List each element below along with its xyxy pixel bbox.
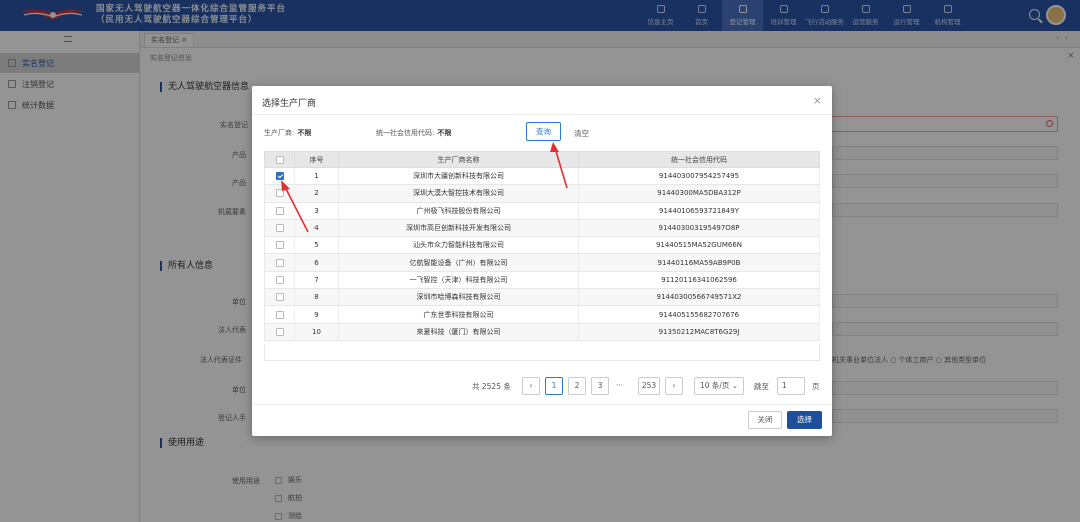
page-size-select[interactable]: 10 条/页 ⌄ (694, 377, 744, 395)
row-number: 2 (294, 184, 339, 203)
page-size-value: 10 条/页 (699, 381, 730, 390)
table-row[interactable]: 7 一飞智控（天津）科技有限公司 91120116341062596 (264, 271, 820, 290)
credit-code: 91120116341062596 (578, 271, 820, 290)
row-select-cell[interactable] (264, 305, 295, 324)
credit-code: 91440116MA59AB9P0B (578, 253, 820, 272)
table-row[interactable]: 10 來夏科技（厦门）有限公司 91350212MAC8T6G29J (264, 323, 820, 341)
row-checkbox[interactable] (275, 293, 284, 302)
row-checkbox[interactable] (275, 206, 284, 215)
row-number: 1 (294, 167, 339, 186)
clear-button[interactable]: 清空 (574, 128, 589, 139)
credit-code: 914403007954257495 (578, 167, 820, 186)
credit-code: 91440300MA5DBA312P (578, 184, 820, 203)
column-header: 序号 (294, 151, 339, 168)
dialog-title: 选择生产厂商 (262, 99, 317, 109)
goto-label: 跳至 (754, 382, 769, 391)
manufacturer-name: 來夏科技（厦门）有限公司 (338, 323, 579, 341)
table-row[interactable]: 1 深圳市大疆创新科技有限公司 914403007954257495 (264, 167, 820, 186)
manufacturer-name: 深圳市大疆创新科技有限公司 (338, 167, 579, 186)
row-number: 8 (294, 288, 339, 307)
manufacturer-name: 广州极飞科技股份有限公司 (338, 202, 579, 220)
row-number: 9 (294, 305, 339, 324)
row-select-cell[interactable] (264, 253, 295, 272)
select-manufacturer-dialog: 选择生产厂商 × 生产厂商: 不限 统一社会信用代码: 不限 查询 清空 序号 生产… (252, 86, 832, 436)
row-select-cell[interactable] (264, 219, 295, 238)
divider (252, 404, 832, 405)
row-select-cell[interactable] (264, 323, 295, 341)
close-icon[interactable]: × (813, 94, 822, 107)
row-checkbox[interactable] (275, 189, 284, 198)
row-select-cell[interactable] (264, 236, 295, 255)
last-page-button[interactable]: 253 (638, 377, 660, 395)
table-row[interactable]: 3 广州极飞科技股份有限公司 91440106593721849Y (264, 202, 820, 220)
filter-credit-code[interactable]: 统一社会信用代码: 不限 (376, 128, 451, 138)
select-button[interactable]: 选择 (787, 411, 822, 429)
column-header: 生产厂商名称 (338, 151, 579, 168)
row-checkbox[interactable] (275, 327, 284, 336)
filter-value: 不限 (437, 129, 452, 137)
table-empty-area (264, 344, 820, 361)
row-checkbox[interactable] (275, 310, 284, 319)
manufacturer-name: 一飞智控（天津）科技有限公司 (338, 271, 579, 290)
table-row[interactable]: 9 广东世季科技有限公司 914405155682707676 (264, 305, 820, 324)
credit-code: 914403003195497O8P (578, 219, 820, 238)
page-1-button[interactable]: 1 (545, 377, 563, 395)
table-body: 1 深圳市大疆创新科技有限公司 914403007954257495 2 深圳大漠大智控… (264, 167, 820, 341)
row-select-cell[interactable] (264, 184, 295, 203)
row-select-cell[interactable] (264, 202, 295, 220)
credit-code: 91440300566749571X2 (578, 288, 820, 307)
manufacturer-name: 广东世季科技有限公司 (338, 305, 579, 324)
filter-label: 生产厂商: (264, 129, 295, 137)
table-row[interactable]: 2 深圳大漠大智控技术有限公司 91440300MA5DBA312P (264, 184, 820, 203)
chevron-down-icon: ⌄ (731, 381, 739, 390)
row-number: 6 (294, 253, 339, 272)
manufacturer-name: 深圳市高巨创新科技开发有限公司 (338, 219, 579, 238)
row-checkbox[interactable] (275, 258, 284, 267)
table-row[interactable]: 8 深圳市哈博森科技有限公司 91440300566749571X2 (264, 288, 820, 307)
row-checkbox[interactable] (275, 241, 284, 250)
goto-page-input[interactable]: 1 (777, 377, 805, 395)
page-3-button[interactable]: 3 (591, 377, 609, 395)
close-button[interactable]: 关闭 (748, 411, 782, 429)
credit-code: 914405155682707676 (578, 305, 820, 324)
next-page-button[interactable]: › (665, 377, 683, 395)
table-header-row: 序号 生产厂商名称 统一社会信用代码 (264, 151, 820, 168)
row-number: 10 (294, 323, 339, 341)
manufacturer-table: 序号 生产厂商名称 统一社会信用代码 1 深圳市大疆创新科技有限公司 9144030… (264, 151, 820, 341)
credit-code: 91440106593721849Y (578, 202, 820, 220)
row-checkbox[interactable] (275, 275, 284, 284)
manufacturer-name: 亿航智能设备（广州）有限公司 (338, 253, 579, 272)
page-2-button[interactable]: 2 (568, 377, 586, 395)
row-select-cell[interactable] (264, 288, 295, 307)
select-all-header[interactable] (264, 151, 295, 168)
row-checkbox[interactable] (275, 224, 284, 233)
row-checkbox[interactable] (275, 172, 284, 181)
table-row[interactable]: 4 深圳市高巨创新科技开发有限公司 914403003195497O8P (264, 219, 820, 238)
row-select-cell[interactable] (264, 271, 295, 290)
query-button[interactable]: 查询 (526, 122, 561, 141)
credit-code: 91350212MAC8T6G29J (578, 323, 820, 341)
manufacturer-name: 深圳大漠大智控技术有限公司 (338, 184, 579, 203)
manufacturer-name: 汕头市众力智能科技有限公司 (338, 236, 579, 255)
goto-suffix: 页 (812, 382, 820, 391)
row-number: 4 (294, 219, 339, 238)
table-row[interactable]: 5 汕头市众力智能科技有限公司 91440515MA52GUM66N (264, 236, 820, 255)
row-number: 7 (294, 271, 339, 290)
table-row[interactable]: 6 亿航智能设备（广州）有限公司 91440116MA59AB9P0B (264, 253, 820, 272)
divider (252, 114, 832, 115)
credit-code: 91440515MA52GUM66N (578, 236, 820, 255)
row-number: 3 (294, 202, 339, 220)
row-number: 5 (294, 236, 339, 255)
filter-value: 不限 (297, 129, 312, 137)
manufacturer-name: 深圳市哈博森科技有限公司 (338, 288, 579, 307)
pagination-ellipsis[interactable]: ··· (616, 381, 623, 390)
filter-label: 统一社会信用代码: (376, 129, 435, 137)
prev-page-button[interactable]: ‹ (522, 377, 540, 395)
select-all-checkbox[interactable] (275, 155, 284, 164)
filter-manufacturer[interactable]: 生产厂商: 不限 (264, 128, 311, 138)
row-select-cell[interactable] (264, 167, 295, 186)
column-header: 统一社会信用代码 (578, 151, 820, 168)
total-count: 共 2525 条 (472, 382, 511, 391)
